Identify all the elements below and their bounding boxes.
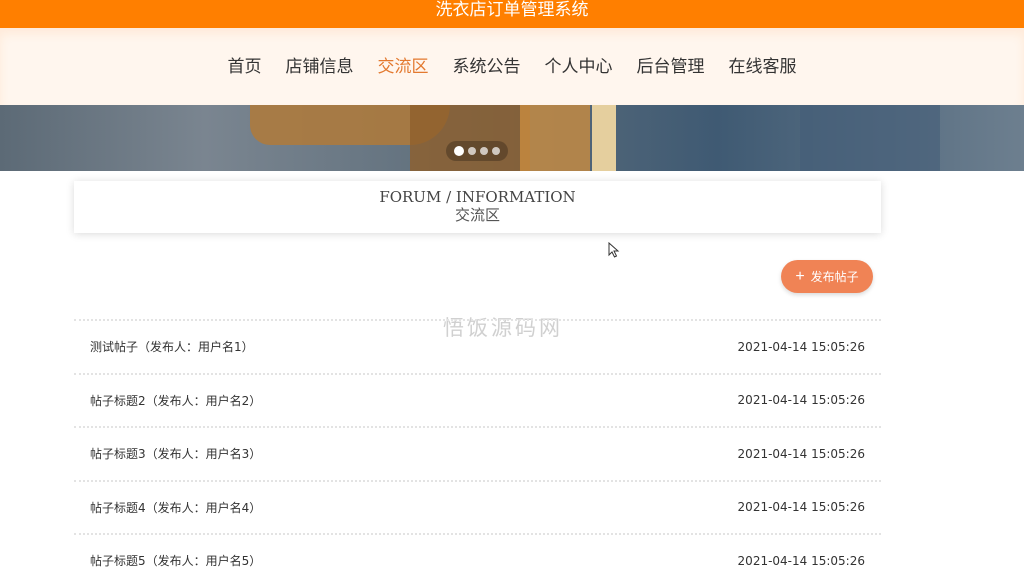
nav-item-home[interactable]: 首页 (216, 57, 274, 105)
banner-shape (592, 105, 616, 171)
post-time: 2021-04-14 15:05:26 (737, 500, 865, 515)
carousel-dot-4[interactable] (492, 147, 500, 155)
post-row[interactable]: 帖子标题5（发布人：用户名5） 2021-04-14 15:05:26 (74, 533, 881, 577)
nav-item-support[interactable]: 在线客服 (717, 57, 809, 105)
post-row[interactable]: 帖子标题4（发布人：用户名4） 2021-04-14 15:05:26 (74, 479, 881, 534)
post-title[interactable]: 帖子标题3（发布人：用户名3） (90, 445, 261, 462)
section-title-cn: 交流区 (454, 206, 500, 224)
banner-image (0, 105, 1024, 171)
publish-post-label: 发布帖子 (810, 270, 859, 284)
post-title[interactable]: 帖子标题4（发布人：用户名4） (90, 499, 261, 516)
banner-shape (520, 105, 590, 171)
publish-post-button[interactable]: + 发布帖子 (781, 260, 873, 293)
nav-item-announcements[interactable]: 系统公告 (441, 57, 533, 105)
post-time: 2021-04-14 15:05:26 (737, 339, 865, 354)
banner-shape (800, 105, 940, 171)
post-row[interactable]: 测试帖子（发布人：用户名1） 2021-04-14 15:05:26 (74, 319, 881, 373)
post-time: 2021-04-14 15:05:26 (737, 553, 865, 568)
post-title[interactable]: 帖子标题5（发布人：用户名5） (90, 552, 261, 569)
plus-icon: + (795, 267, 805, 285)
post-list: 测试帖子（发布人：用户名1） 2021-04-14 15:05:26 帖子标题2… (74, 319, 881, 577)
carousel-dot-1[interactable] (454, 146, 464, 156)
top-bar: 洗衣店订单管理系统 (0, 0, 1024, 28)
post-row[interactable]: 帖子标题2（发布人：用户名2） 2021-04-14 15:05:26 (74, 372, 881, 427)
main-nav: 首页 店铺信息 交流区 系统公告 个人中心 后台管理 在线客服 (0, 28, 1024, 112)
carousel-dot-3[interactable] (480, 147, 488, 155)
page: 洗衣店订单管理系统 首页 店铺信息 交流区 系统公告 个人中心 后台管理 在线客… (0, 0, 1024, 577)
nav-item-profile[interactable]: 个人中心 (533, 57, 625, 105)
post-time: 2021-04-14 15:05:26 (737, 393, 865, 408)
carousel-dot-2[interactable] (468, 147, 476, 155)
post-title[interactable]: 帖子标题2（发布人：用户名2） (90, 392, 261, 409)
nav-item-forum[interactable]: 交流区 (365, 57, 441, 112)
post-title[interactable]: 测试帖子（发布人：用户名1） (90, 338, 254, 355)
nav-list: 首页 店铺信息 交流区 系统公告 个人中心 后台管理 在线客服 (0, 28, 1024, 112)
site-title: 洗衣店订单管理系统 (435, 0, 589, 20)
section-heading: FORUM / INFORMATION 交流区 (74, 181, 881, 233)
banner-shape (410, 105, 530, 171)
mouse-cursor-icon (608, 242, 620, 258)
post-time: 2021-04-14 15:05:26 (737, 446, 865, 461)
carousel-indicators (446, 141, 508, 161)
section-title-en: FORUM / INFORMATION (379, 188, 576, 206)
nav-item-store-info[interactable]: 店铺信息 (274, 57, 366, 105)
nav-item-admin[interactable]: 后台管理 (625, 57, 717, 105)
post-row[interactable]: 帖子标题3（发布人：用户名3） 2021-04-14 15:05:26 (74, 426, 881, 480)
